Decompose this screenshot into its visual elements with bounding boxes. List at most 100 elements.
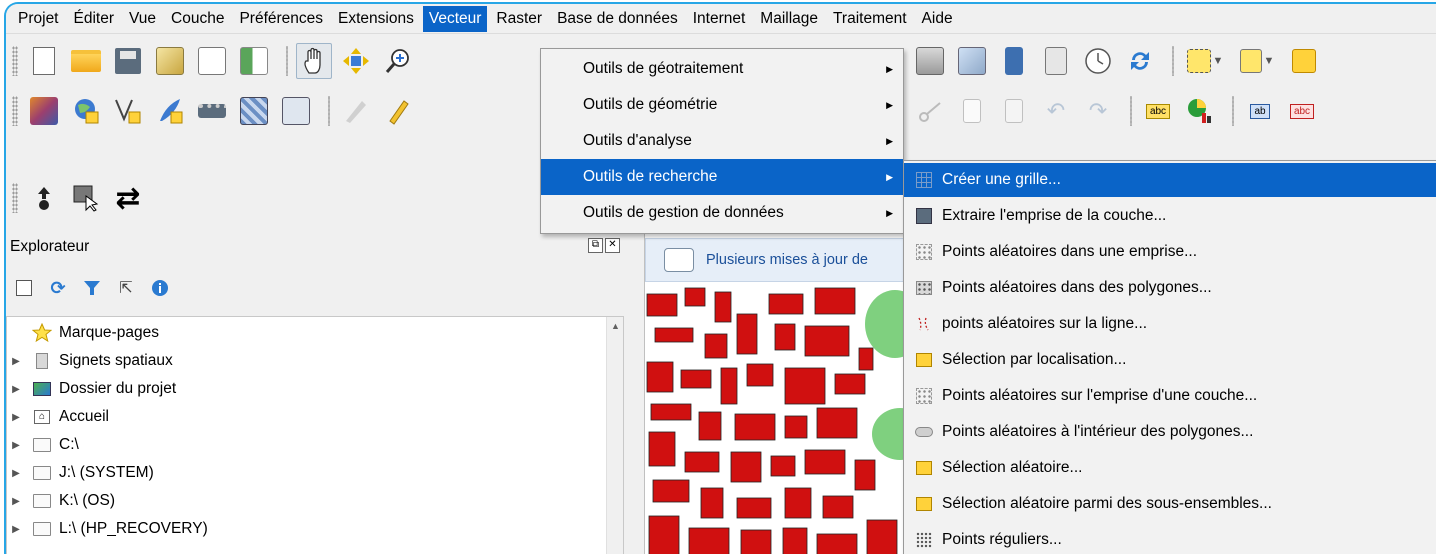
add-spatialite-button[interactable] [194, 93, 230, 129]
tree-item-drive-c[interactable]: ▶ C:\ [7, 433, 79, 457]
export-button[interactable] [26, 180, 62, 216]
paste-icon [1005, 99, 1023, 123]
menu-extensions[interactable]: Extensions [332, 6, 420, 32]
menu-couche[interactable]: Couche [165, 6, 230, 32]
temporal-controller-button[interactable] [1080, 43, 1116, 79]
menu-item-extraire-emprise[interactable]: Extraire l'emprise de la couche... [904, 199, 1436, 233]
menu-item-analyse[interactable]: Outils d'analyse ▶ [541, 123, 903, 159]
undo-button[interactable]: ↶ [1038, 93, 1074, 129]
menu-item-points-aleatoires-emprise-couche[interactable]: Points aléatoires sur l'emprise d'une co… [904, 379, 1436, 413]
save-project-button[interactable] [110, 43, 146, 79]
menu-item-points-reguliers[interactable]: Points réguliers... [904, 523, 1436, 554]
pencil-icon [389, 100, 409, 125]
copy-button[interactable] [954, 93, 990, 129]
new-print-layout-button[interactable] [152, 43, 188, 79]
add-delimited-text-button[interactable] [152, 93, 188, 129]
filter-explorer-button[interactable] [82, 278, 102, 298]
select-by-click-button[interactable] [68, 180, 104, 216]
add-virtual-layer-button[interactable] [278, 93, 314, 129]
toggle-editing-button[interactable] [380, 93, 416, 129]
new-geopackage-button[interactable] [110, 93, 146, 129]
style-manager-button[interactable] [236, 43, 272, 79]
data-source-manager-button[interactable] [26, 93, 62, 129]
menu-item-points-aleatoires-polygones[interactable]: Points aléatoires dans des polygones... [904, 271, 1436, 305]
menu-item-selection-localisation[interactable]: Sélection par localisation... [904, 343, 1436, 377]
tree-item-marque-pages[interactable]: Marque-pages [7, 321, 159, 345]
tree-item-accueil[interactable]: ▶ ⌂ Accueil [7, 405, 109, 429]
new-bookmark-button[interactable] [912, 43, 948, 79]
select-features-button[interactable]: ▼ [1182, 43, 1228, 79]
add-selected-layers-button[interactable] [14, 278, 34, 298]
menu-base-de-donnees[interactable]: Base de données [551, 6, 684, 32]
expand-arrow-icon[interactable]: ▶ [9, 440, 23, 451]
switch-direction-button[interactable]: ⇄ [110, 180, 146, 216]
select-by-value-button[interactable]: ▼ [1234, 43, 1280, 79]
menu-traitement[interactable]: Traitement [827, 6, 913, 32]
menu-item-gestion-donnees[interactable]: Outils de gestion de données ▶ [541, 195, 903, 231]
menu-maillage[interactable]: Maillage [754, 6, 824, 32]
layer-diagram-button[interactable] [1182, 93, 1218, 129]
menu-vecteur[interactable]: Vecteur [422, 5, 488, 32]
close-panel-button[interactable]: ✕ [605, 238, 620, 253]
menu-aide[interactable]: Aide [916, 6, 959, 32]
toolbar-grip[interactable] [12, 183, 18, 213]
tree-scrollbar[interactable]: ▲ [606, 317, 623, 554]
menu-item-recherche[interactable]: Outils de recherche ▶ [541, 159, 903, 195]
layer-labeling-button[interactable]: abc [1140, 93, 1176, 129]
tree-item-drive-j[interactable]: ▶ J:\ (SYSTEM) [7, 461, 154, 485]
pan-map-button[interactable] [296, 43, 332, 79]
expand-arrow-icon[interactable]: ▶ [9, 468, 23, 479]
deselect-all-button[interactable] [1286, 43, 1322, 79]
menu-item-geometrie[interactable]: Outils de géométrie ▶ [541, 87, 903, 123]
show-spatial-bookmarks-button[interactable] [1038, 43, 1074, 79]
expand-arrow-icon[interactable]: ▶ [9, 384, 23, 395]
new-spatial-bookmark-button[interactable] [996, 43, 1032, 79]
digitize-button[interactable] [338, 93, 374, 129]
scroll-up-arrow-icon[interactable]: ▲ [611, 321, 620, 331]
menu-projet[interactable]: Projet [12, 6, 65, 32]
menu-item-points-aleatoires-emprise[interactable]: Points aléatoires dans une emprise... [904, 235, 1436, 269]
add-mesh-button[interactable] [236, 93, 272, 129]
collapse-all-button[interactable]: ⇱ [116, 278, 136, 298]
show-bookmarks-button[interactable] [954, 43, 990, 79]
tree-item-dossier-projet[interactable]: ▶ Dossier du projet [7, 377, 176, 401]
menu-raster[interactable]: Raster [490, 6, 548, 32]
menu-item-geotraitement[interactable]: Outils de géotraitement ▶ [541, 51, 903, 87]
menu-item-creer-grille[interactable]: Créer une grille... [904, 163, 1436, 197]
zoom-in-button[interactable] [380, 43, 416, 79]
refresh-button[interactable] [1122, 43, 1158, 79]
menu-item-points-aleatoires-ligne[interactable]: points aléatoires sur la ligne... [904, 307, 1436, 341]
pan-to-selection-button[interactable] [338, 43, 374, 79]
pin-labels-button[interactable]: ab [1242, 93, 1278, 129]
menu-editer[interactable]: Éditer [68, 6, 121, 32]
expand-arrow-icon[interactable]: ▶ [9, 524, 23, 535]
show-hide-labels-button[interactable]: abc [1284, 93, 1320, 129]
expand-arrow-icon[interactable]: ▶ [9, 356, 23, 367]
menu-preferences[interactable]: Préférences [233, 6, 329, 32]
toolbar-grip[interactable] [12, 46, 18, 76]
paste-button[interactable] [996, 93, 1032, 129]
add-wms-layer-button[interactable] [68, 93, 104, 129]
open-project-button[interactable] [68, 43, 104, 79]
layout-manager-button[interactable] [194, 43, 230, 79]
float-panel-button[interactable]: ⧉ [588, 238, 603, 253]
refresh-explorer-button[interactable]: ⟳ [48, 278, 68, 298]
menu-vue[interactable]: Vue [123, 6, 162, 32]
expand-arrow-icon[interactable]: ▶ [9, 412, 23, 423]
update-notification[interactable]: Plusieurs mises à jour de [645, 238, 915, 282]
expand-arrow-icon[interactable]: ▶ [9, 496, 23, 507]
properties-button[interactable] [150, 278, 170, 298]
tree-item-signets[interactable]: ▶ Signets spatiaux [7, 349, 173, 373]
cut-button[interactable] [912, 93, 948, 129]
redo-button[interactable]: ↷ [1080, 93, 1116, 129]
toolbar-grip[interactable] [12, 96, 18, 126]
menu-internet[interactable]: Internet [687, 6, 752, 32]
menu-item-selection-aleatoire-sous-ensembles[interactable]: Sélection aléatoire parmi des sous-ensem… [904, 487, 1436, 521]
menu-item-selection-aleatoire[interactable]: Sélection aléatoire... [904, 451, 1436, 485]
tree-item-drive-k[interactable]: ▶ K:\ (OS) [7, 489, 115, 513]
new-project-button[interactable] [26, 43, 62, 79]
tree-item-drive-l[interactable]: ▶ L:\ (HP_RECOVERY) [7, 517, 208, 541]
tree-item-label: K:\ (OS) [59, 492, 115, 509]
drive-icon [31, 492, 53, 510]
menu-item-points-aleatoires-interieur[interactable]: Points aléatoires à l'intérieur des poly… [904, 415, 1436, 449]
